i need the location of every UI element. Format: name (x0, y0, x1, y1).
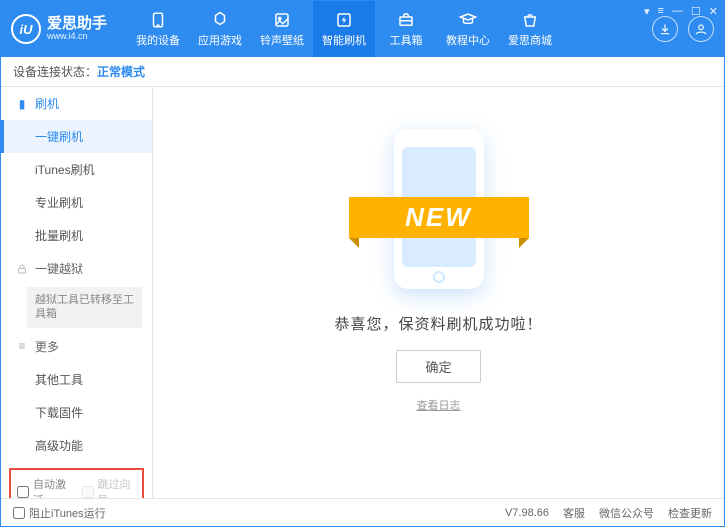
device-icon (148, 11, 168, 29)
maximize-icon[interactable]: ☐ (691, 5, 701, 18)
block-itunes-checkbox[interactable]: 阻止iTunes运行 (13, 505, 106, 521)
app-url: www.i4.cn (47, 32, 107, 42)
flash-icon (334, 11, 354, 29)
sidebar-item-batch-flash[interactable]: 批量刷机 (1, 219, 152, 252)
phone-icon: ▮ (15, 97, 29, 111)
version-label: V7.98.66 (505, 507, 549, 519)
success-illustration: NEW (379, 117, 499, 297)
nav-label: 我的设备 (136, 32, 180, 48)
nav-apps-games[interactable]: 应用游戏 (189, 1, 251, 57)
skip-guide-checkbox (82, 486, 94, 498)
sidebar-item-advanced[interactable]: 高级功能 (1, 429, 152, 462)
nav-tutorials[interactable]: 教程中心 (437, 1, 499, 57)
title-bar: ▾ ≡ — ☐ ✕ iU 爱思助手 www.i4.cn 我的设备 (1, 1, 724, 57)
checkbox-label: 跳过向导 (98, 476, 137, 498)
nav-label: 爱思商城 (508, 32, 552, 48)
nav-label: 智能刷机 (322, 32, 366, 48)
sidebar-item-other-tools[interactable]: 其他工具 (1, 363, 152, 396)
checkbox-label: 自动激活 (33, 476, 72, 498)
nav-label: 应用游戏 (198, 32, 242, 48)
checkbox-label: 阻止iTunes运行 (29, 505, 106, 521)
media-icon (272, 11, 292, 29)
more-icon: ≡ (15, 339, 29, 353)
main-content: NEW 恭喜您，保资料刷机成功啦！ 确定 查看日志 (153, 87, 724, 498)
sidebar: ▮ 刷机 一键刷机 iTunes刷机 专业刷机 批量刷机 一键越狱 越狱工具已转… (1, 87, 153, 498)
nav-smart-flash[interactable]: 智能刷机 (313, 1, 375, 57)
auto-activate-checkbox[interactable] (17, 486, 29, 498)
apps-icon (210, 11, 230, 29)
minimize-icon[interactable]: — (672, 5, 683, 18)
menu-icon[interactable]: ▾ (644, 5, 650, 18)
connection-status-bar: 设备连接状态： 正常模式 (1, 57, 724, 87)
nav-store[interactable]: 爱思商城 (499, 1, 561, 57)
sidebar-jailbreak-note: 越狱工具已转移至工具箱 (27, 287, 142, 328)
flash-options-box: 自动激活 跳过向导 (9, 468, 144, 498)
nav-label: 教程中心 (446, 32, 490, 48)
app-logo: iU 爱思助手 www.i4.cn (11, 14, 107, 44)
sidebar-item-pro-flash[interactable]: 专业刷机 (1, 186, 152, 219)
nav-label: 铃声壁纸 (260, 32, 304, 48)
checkbox-skip-guide[interactable]: 跳过向导 (82, 476, 137, 498)
logo-icon: iU (11, 14, 41, 44)
tutorial-icon (458, 11, 478, 29)
close-icon[interactable]: ✕ (709, 5, 718, 18)
sidebar-item-onekey-flash[interactable]: 一键刷机 (1, 120, 152, 153)
sidebar-item-download-firmware[interactable]: 下载固件 (1, 396, 152, 429)
download-button[interactable] (652, 16, 678, 42)
store-icon (520, 11, 540, 29)
nav-label: 工具箱 (390, 32, 423, 48)
sidebar-head-jailbreak: 一键越狱 (1, 252, 152, 285)
lock-icon (15, 263, 29, 275)
toolbox-icon (396, 11, 416, 29)
main-nav: 我的设备 应用游戏 铃声壁纸 智能刷机 (127, 1, 561, 57)
nav-my-device[interactable]: 我的设备 (127, 1, 189, 57)
support-link[interactable]: 客服 (563, 505, 585, 521)
status-label: 设备连接状态： (13, 63, 97, 80)
check-update-link[interactable]: 检查更新 (668, 505, 712, 521)
tray-icon[interactable]: ≡ (657, 5, 663, 18)
view-log-link[interactable]: 查看日志 (417, 397, 461, 413)
footer-bar: 阻止iTunes运行 V7.98.66 客服 微信公众号 检查更新 (1, 498, 724, 526)
status-value: 正常模式 (97, 63, 145, 80)
wechat-link[interactable]: 微信公众号 (599, 505, 654, 521)
window-controls: ▾ ≡ — ☐ ✕ (644, 5, 718, 18)
app-title: 爱思助手 (47, 16, 107, 33)
user-button[interactable] (688, 16, 714, 42)
sidebar-head-label: 更多 (35, 338, 59, 355)
new-ribbon: NEW (349, 197, 529, 238)
ok-button[interactable]: 确定 (396, 350, 480, 383)
sidebar-head-label: 刷机 (35, 95, 59, 112)
sidebar-item-itunes-flash[interactable]: iTunes刷机 (1, 153, 152, 186)
nav-ringtone-wallpaper[interactable]: 铃声壁纸 (251, 1, 313, 57)
block-itunes-input[interactable] (13, 507, 25, 519)
sidebar-head-label: 一键越狱 (35, 260, 83, 277)
sidebar-head-flash[interactable]: ▮ 刷机 (1, 87, 152, 120)
sidebar-head-more[interactable]: ≡ 更多 (1, 330, 152, 363)
nav-toolbox[interactable]: 工具箱 (375, 1, 437, 57)
success-message: 恭喜您，保资料刷机成功啦！ (334, 313, 542, 334)
checkbox-auto-activate[interactable]: 自动激活 (17, 476, 72, 498)
